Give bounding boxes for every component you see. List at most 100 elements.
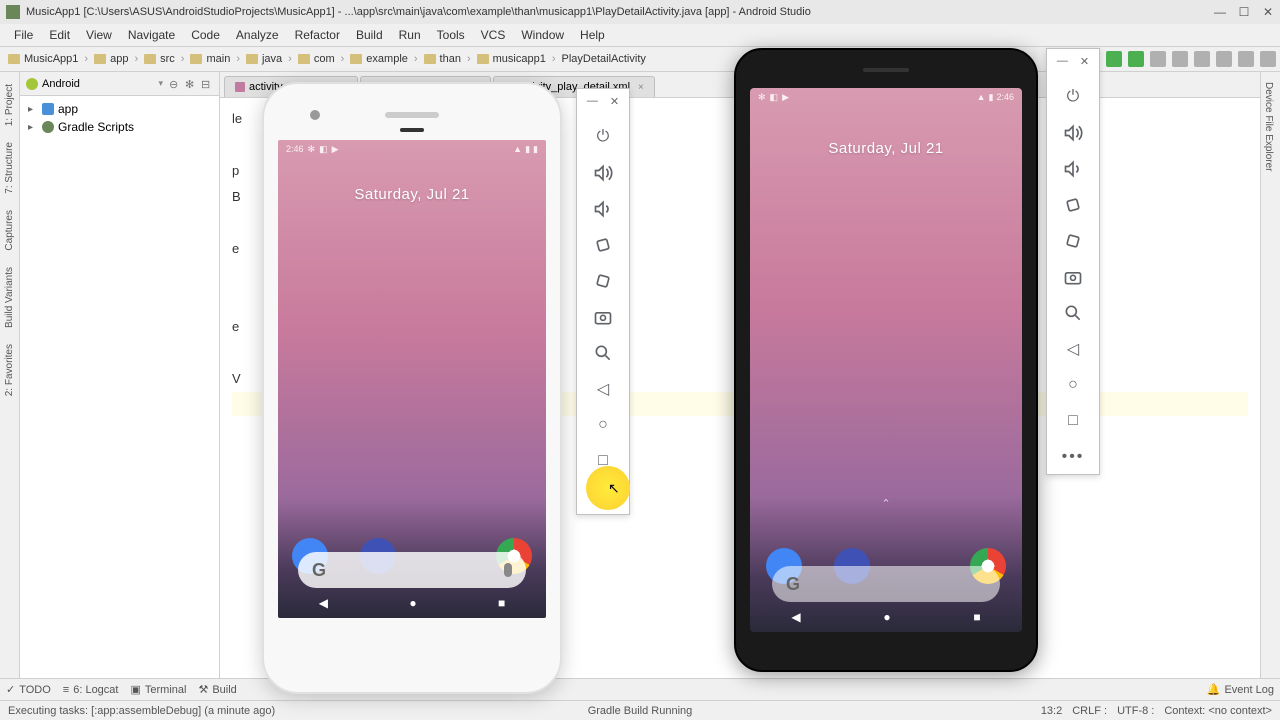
bc-main[interactable]: main bbox=[186, 53, 234, 65]
project-header[interactable]: Android ▾ ⊖ ✻ ⊟ bbox=[20, 72, 219, 96]
zoom-icon[interactable] bbox=[1062, 302, 1084, 324]
zoom-icon[interactable] bbox=[592, 342, 614, 364]
google-search-bar-black[interactable]: G bbox=[772, 566, 1000, 602]
emu-home-icon[interactable]: ○ bbox=[592, 414, 614, 436]
menu-analyze[interactable]: Analyze bbox=[228, 28, 287, 42]
menu-navigate[interactable]: Navigate bbox=[120, 28, 183, 42]
bc-class[interactable]: PlayDetailActivity bbox=[558, 53, 650, 65]
menu-tools[interactable]: Tools bbox=[429, 28, 473, 42]
menu-run[interactable]: Run bbox=[391, 28, 429, 42]
menu-refactor[interactable]: Refactor bbox=[287, 28, 348, 42]
tab-project[interactable]: 1: Project bbox=[2, 76, 17, 134]
context[interactable]: Context: <no context> bbox=[1164, 705, 1272, 717]
camera-icon bbox=[310, 110, 320, 120]
collapse-icon[interactable]: ⊖ bbox=[169, 78, 181, 90]
window-title: MusicApp1 [C:\Users\ASUS\AndroidStudioPr… bbox=[26, 6, 811, 18]
mic-icon[interactable] bbox=[504, 563, 512, 577]
emu-back-icon[interactable]: ◁ bbox=[592, 378, 614, 400]
tree-gradle[interactable]: ▸ Gradle Scripts bbox=[20, 118, 219, 136]
screenshot-icon[interactable] bbox=[592, 306, 614, 328]
tool-icon-2[interactable] bbox=[1172, 51, 1188, 67]
minimize-button[interactable]: — bbox=[1214, 6, 1226, 18]
emu-minimize[interactable]: — bbox=[587, 95, 598, 108]
emu-close[interactable]: ✕ bbox=[1080, 55, 1089, 68]
tab-logcat[interactable]: ≡ 6: Logcat bbox=[63, 684, 119, 696]
tool-icon-4[interactable] bbox=[1216, 51, 1232, 67]
maximize-button[interactable]: ☐ bbox=[1238, 6, 1250, 18]
tree-app[interactable]: ▸ app bbox=[20, 100, 219, 118]
device-screen-white[interactable]: 2:46✻◧▶ ▲▮▮ Saturday, Jul 21 G ◀ ● ■ bbox=[278, 140, 546, 618]
bc-example[interactable]: example bbox=[346, 53, 412, 65]
status-bar: Executing tasks: [:app:assembleDebug] (a… bbox=[0, 700, 1280, 720]
emulator-white[interactable]: 2:46✻◧▶ ▲▮▮ Saturday, Jul 21 G ◀ ● ■ bbox=[262, 82, 562, 694]
home-button[interactable]: ● bbox=[409, 596, 416, 610]
tool-icon-3[interactable] bbox=[1194, 51, 1210, 67]
emu-more-icon[interactable]: ••• bbox=[1062, 446, 1084, 468]
nav-bar-black: ◀ ● ■ bbox=[750, 606, 1022, 628]
screenshot-icon[interactable] bbox=[1062, 266, 1084, 288]
home-button[interactable]: ● bbox=[883, 610, 890, 624]
bc-src[interactable]: src bbox=[140, 53, 179, 65]
bc-project[interactable]: MusicApp1 bbox=[4, 53, 82, 65]
rotate-right-icon[interactable] bbox=[592, 270, 614, 292]
device-screen-black[interactable]: ✻◧▶ ▲▮2:46 Saturday, Jul 21 ⌃ G ◀ ● ■ bbox=[750, 88, 1022, 632]
tab-terminal[interactable]: ▣ Terminal bbox=[130, 683, 186, 696]
bc-app[interactable]: app bbox=[90, 53, 132, 65]
volume-down-icon[interactable] bbox=[592, 198, 614, 220]
menu-help[interactable]: Help bbox=[572, 28, 613, 42]
menu-view[interactable]: View bbox=[78, 28, 120, 42]
line-sep[interactable]: CRLF : bbox=[1072, 705, 1107, 717]
back-button[interactable]: ◀ bbox=[791, 610, 800, 624]
tab-structure[interactable]: 7: Structure bbox=[2, 134, 17, 202]
tool-icon-1[interactable] bbox=[1150, 51, 1166, 67]
menu-vcs[interactable]: VCS bbox=[473, 28, 514, 42]
bc-com[interactable]: com bbox=[294, 53, 339, 65]
settings-icon[interactable]: ✻ bbox=[185, 78, 197, 90]
bc-than[interactable]: than bbox=[420, 53, 465, 65]
rotate-left-icon[interactable] bbox=[592, 234, 614, 256]
overview-button[interactable]: ■ bbox=[973, 610, 980, 624]
emu-minimize[interactable]: — bbox=[1057, 55, 1068, 68]
menu-file[interactable]: File bbox=[6, 28, 41, 42]
overview-button[interactable]: ■ bbox=[498, 596, 505, 610]
bc-java[interactable]: java bbox=[242, 53, 286, 65]
power-icon[interactable]: ⏻ bbox=[592, 126, 614, 148]
tab-favorites[interactable]: 2: Favorites bbox=[2, 336, 17, 404]
emu-overview-icon[interactable]: □ bbox=[1062, 410, 1084, 432]
tab-build-variants[interactable]: Build Variants bbox=[2, 259, 17, 336]
menu-edit[interactable]: Edit bbox=[41, 28, 78, 42]
event-log[interactable]: 🔔 Event Log bbox=[1207, 683, 1274, 696]
volume-up-icon[interactable] bbox=[592, 162, 614, 184]
emu-close[interactable]: ✕ bbox=[610, 95, 619, 108]
power-icon[interactable]: ⏻ bbox=[1062, 86, 1084, 108]
drawer-arrow-icon[interactable]: ⌃ bbox=[881, 497, 890, 510]
home-date-white: Saturday, Jul 21 bbox=[278, 186, 546, 203]
back-button[interactable]: ◀ bbox=[319, 596, 328, 610]
tab-captures[interactable]: Captures bbox=[2, 202, 17, 259]
menu-window[interactable]: Window bbox=[513, 28, 572, 42]
google-search-bar-white[interactable]: G bbox=[298, 552, 526, 588]
hide-icon[interactable]: ⊟ bbox=[201, 78, 213, 90]
tab-device-explorer[interactable]: Device File Explorer bbox=[1261, 72, 1276, 181]
module-icon bbox=[42, 103, 54, 115]
tool-icon-5[interactable] bbox=[1238, 51, 1254, 67]
run-icon[interactable] bbox=[1106, 51, 1122, 67]
menu-build[interactable]: Build bbox=[348, 28, 391, 42]
emu-back-icon[interactable]: ◁ bbox=[1062, 338, 1084, 360]
encoding[interactable]: UTF-8 : bbox=[1117, 705, 1154, 717]
debug-icon[interactable] bbox=[1128, 51, 1144, 67]
tool-icon-6[interactable] bbox=[1260, 51, 1276, 67]
project-panel: Android ▾ ⊖ ✻ ⊟ ▸ app ▸ Gradle Scripts bbox=[20, 72, 220, 692]
caret-pos: 13:2 bbox=[1041, 705, 1062, 717]
rotate-left-icon[interactable] bbox=[1062, 194, 1084, 216]
emulator-black[interactable]: ✻◧▶ ▲▮2:46 Saturday, Jul 21 ⌃ G ◀ ● ■ bbox=[734, 48, 1038, 672]
tab-build[interactable]: ⚒ Build bbox=[198, 683, 236, 696]
rotate-right-icon[interactable] bbox=[1062, 230, 1084, 252]
close-button[interactable]: ✕ bbox=[1262, 6, 1274, 18]
menu-code[interactable]: Code bbox=[183, 28, 228, 42]
bc-pkg[interactable]: musicapp1 bbox=[473, 53, 550, 65]
volume-down-icon[interactable] bbox=[1062, 158, 1084, 180]
volume-up-icon[interactable] bbox=[1062, 122, 1084, 144]
tab-todo[interactable]: ✓ TODO bbox=[6, 683, 51, 696]
emu-home-icon[interactable]: ○ bbox=[1062, 374, 1084, 396]
